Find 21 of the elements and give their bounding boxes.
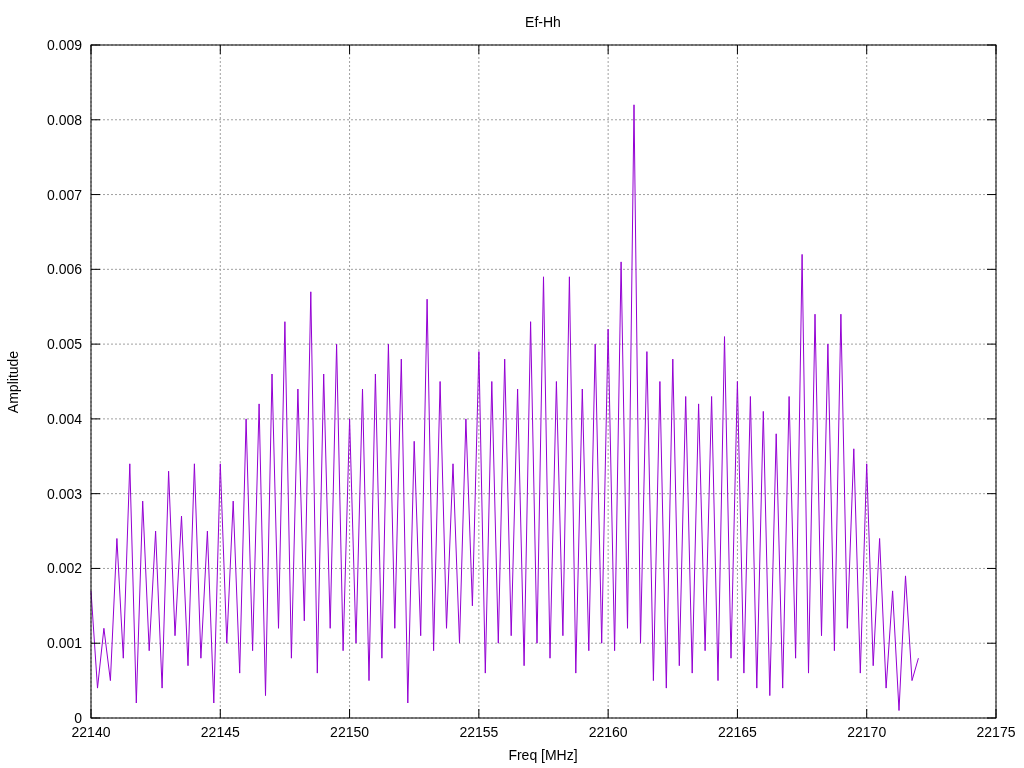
- tick-label: 22145: [200, 724, 240, 740]
- axis-title: Freq [MHz]: [508, 747, 578, 763]
- tick-label: 22140: [71, 724, 111, 740]
- tick-label: 22170: [847, 724, 887, 740]
- tick-label: 0.007: [46, 186, 82, 203]
- tick-label: 0.002: [46, 560, 82, 577]
- tick-label: 0: [74, 710, 82, 726]
- tick-label: 22155: [459, 724, 499, 740]
- tick-label: 0.008: [46, 111, 82, 128]
- tick-label: 0.001: [46, 635, 82, 652]
- tick-label: 22165: [717, 724, 757, 740]
- tick-label: 22175: [976, 724, 1016, 740]
- tick-label: 22150: [330, 724, 370, 740]
- tick-label: 0.004: [46, 410, 82, 427]
- tick-label: 0.003: [46, 485, 82, 502]
- tick-label: 0.006: [46, 261, 82, 278]
- axis-title: Amplitude: [5, 350, 21, 414]
- chart-title: Ef-Hh: [525, 14, 561, 30]
- tick-label: 0.005: [46, 336, 82, 353]
- tick-label: 22160: [588, 724, 628, 740]
- tick-label: 0.009: [46, 37, 82, 53]
